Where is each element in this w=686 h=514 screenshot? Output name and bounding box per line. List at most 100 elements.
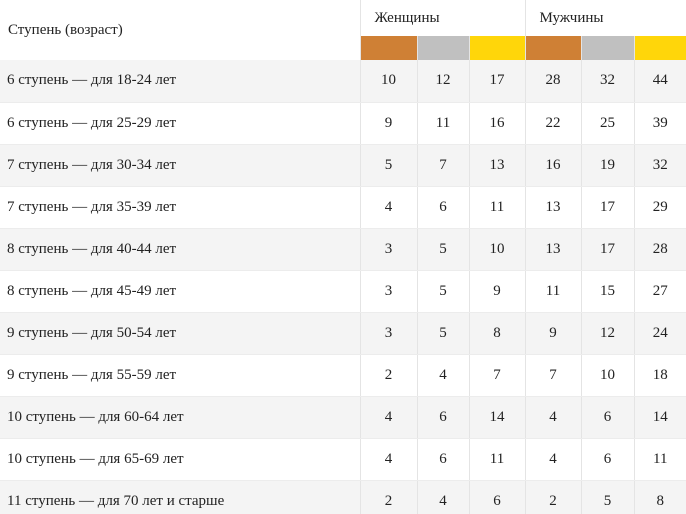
women-gold-value: 10 (469, 228, 526, 271)
men-bronze-value: 22 (525, 102, 582, 145)
men-silver-value: 6 (581, 438, 635, 481)
women-bronze-value: 9 (360, 102, 418, 145)
women-silver-value: 5 (417, 312, 470, 355)
men-silver-value: 17 (581, 228, 635, 271)
column-group-women: Женщины (360, 0, 526, 36)
table-row: 10 ступень — для 60-64 лет 4 6 14 4 6 14 (0, 396, 686, 439)
women-gold-value: 11 (469, 438, 526, 481)
men-silver-value: 32 (581, 60, 635, 103)
women-silver-value: 7 (417, 144, 470, 187)
table-body: 6 ступень — для 18-24 лет 10 12 17 28 32 44 6 с… (0, 60, 686, 514)
women-bronze-value: 4 (360, 438, 418, 481)
table-row: 9 ступень — для 50-54 лет 3 5 8 9 12 24 (0, 312, 686, 355)
women-bronze-value: 2 (360, 480, 418, 514)
men-gold-value: 28 (634, 228, 686, 271)
women-bronze-value: 4 (360, 186, 418, 229)
men-bronze-value: 28 (525, 60, 582, 103)
table-row: 7 ступень — для 30-34 лет 5 7 13 16 19 32 (0, 144, 686, 187)
women-bronze-value: 5 (360, 144, 418, 187)
row-label: 8 ступень — для 45-49 лет (0, 270, 361, 313)
women-silver-swatch (417, 36, 470, 60)
women-gold-value: 13 (469, 144, 526, 187)
men-bronze-value: 9 (525, 312, 582, 355)
men-silver-value: 12 (581, 312, 635, 355)
men-gold-value: 14 (634, 396, 686, 439)
women-silver-value: 12 (417, 60, 470, 103)
men-bronze-swatch (525, 36, 582, 60)
men-bronze-value: 11 (525, 270, 582, 313)
women-bronze-value: 10 (360, 60, 418, 103)
women-bronze-value: 3 (360, 312, 418, 355)
row-label: 11 ступень — для 70 лет и старше (0, 480, 361, 514)
row-label: 10 ступень — для 60-64 лет (0, 396, 361, 439)
men-bronze-value: 7 (525, 354, 582, 397)
women-bronze-value: 4 (360, 396, 418, 439)
men-gold-value: 24 (634, 312, 686, 355)
standards-table: Ступень (возраст) Женщины Мужчины 6 ступ… (0, 0, 686, 514)
women-gold-value: 8 (469, 312, 526, 355)
table-row: 7 ступень — для 35-39 лет 4 6 11 13 17 29 (0, 186, 686, 229)
women-bronze-swatch (360, 36, 418, 60)
table-row: 6 ступень — для 25-29 лет 9 11 16 22 25 39 (0, 102, 686, 145)
men-silver-value: 15 (581, 270, 635, 313)
men-silver-value: 17 (581, 186, 635, 229)
men-gold-swatch (634, 36, 686, 60)
women-silver-value: 5 (417, 228, 470, 271)
table-header: Ступень (возраст) Женщины Мужчины (0, 0, 686, 60)
row-label: 7 ступень — для 30-34 лет (0, 144, 361, 187)
men-silver-value: 10 (581, 354, 635, 397)
women-bronze-value: 3 (360, 270, 418, 313)
row-label: 9 ступень — для 55-59 лет (0, 354, 361, 397)
men-gold-value: 18 (634, 354, 686, 397)
row-label: 6 ступень — для 18-24 лет (0, 60, 361, 103)
men-silver-swatch (581, 36, 635, 60)
women-silver-value: 5 (417, 270, 470, 313)
table-row: 9 ступень — для 55-59 лет 2 4 7 7 10 18 (0, 354, 686, 397)
men-gold-value: 11 (634, 438, 686, 481)
women-silver-value: 11 (417, 102, 470, 145)
table-row: 8 ступень — для 45-49 лет 3 5 9 11 15 27 (0, 270, 686, 313)
row-label: 7 ступень — для 35-39 лет (0, 186, 361, 229)
row-label: 9 ступень — для 50-54 лет (0, 312, 361, 355)
column-group-men: Мужчины (525, 0, 686, 36)
row-label: 6 ступень — для 25-29 лет (0, 102, 361, 145)
men-gold-value: 8 (634, 480, 686, 514)
men-gold-value: 29 (634, 186, 686, 229)
women-silver-value: 6 (417, 186, 470, 229)
women-gold-value: 9 (469, 270, 526, 313)
men-bronze-value: 4 (525, 438, 582, 481)
women-silver-value: 4 (417, 354, 470, 397)
table-row: 11 ступень — для 70 лет и старше 2 4 6 2 5 8 (0, 480, 686, 514)
women-gold-value: 7 (469, 354, 526, 397)
table-row: 10 ступень — для 65-69 лет 4 6 11 4 6 11 (0, 438, 686, 481)
men-gold-value: 27 (634, 270, 686, 313)
table-row: 6 ступень — для 18-24 лет 10 12 17 28 32 44 (0, 60, 686, 103)
men-bronze-value: 13 (525, 228, 582, 271)
women-gold-value: 14 (469, 396, 526, 439)
men-silver-value: 25 (581, 102, 635, 145)
table-row: 8 ступень — для 40-44 лет 3 5 10 13 17 28 (0, 228, 686, 271)
women-gold-value: 16 (469, 102, 526, 145)
column-header-step: Ступень (возраст) (0, 0, 361, 60)
women-silver-value: 4 (417, 480, 470, 514)
women-silver-value: 6 (417, 396, 470, 439)
women-bronze-value: 2 (360, 354, 418, 397)
women-gold-value: 6 (469, 480, 526, 514)
women-gold-swatch (469, 36, 526, 60)
men-bronze-value: 16 (525, 144, 582, 187)
men-bronze-value: 2 (525, 480, 582, 514)
men-bronze-value: 13 (525, 186, 582, 229)
men-gold-value: 44 (634, 60, 686, 103)
men-silver-value: 5 (581, 480, 635, 514)
men-gold-value: 32 (634, 144, 686, 187)
men-silver-value: 19 (581, 144, 635, 187)
women-bronze-value: 3 (360, 228, 418, 271)
men-silver-value: 6 (581, 396, 635, 439)
women-silver-value: 6 (417, 438, 470, 481)
row-label: 10 ступень — для 65-69 лет (0, 438, 361, 481)
men-bronze-value: 4 (525, 396, 582, 439)
women-gold-value: 11 (469, 186, 526, 229)
women-gold-value: 17 (469, 60, 526, 103)
row-label: 8 ступень — для 40-44 лет (0, 228, 361, 271)
men-gold-value: 39 (634, 102, 686, 145)
